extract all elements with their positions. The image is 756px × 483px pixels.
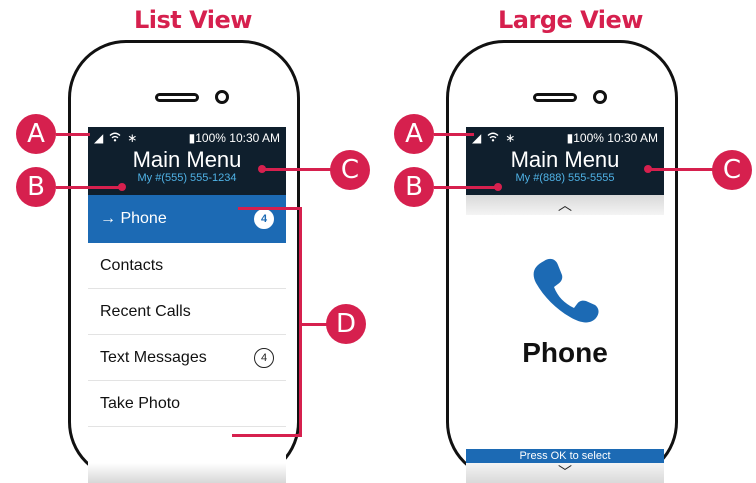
callout-a: A — [394, 114, 434, 154]
callout-d-line-side — [299, 207, 302, 437]
menu-list: → Phone 4 Contacts Recent Calls Text Mes… — [88, 195, 286, 483]
callout-d-line-stub — [302, 323, 328, 326]
callout-d-line-top — [238, 207, 302, 210]
chevron-up-icon: ︿ — [558, 197, 572, 213]
phone-icon — [533, 258, 599, 323]
callout-a-line — [56, 133, 90, 136]
camera-icon — [215, 90, 229, 104]
callout-c-line — [648, 168, 718, 171]
callout-a-line — [434, 133, 474, 136]
callout-b-line — [56, 186, 122, 189]
clock: 10:30 AM — [607, 131, 658, 145]
callout-c: C — [712, 150, 752, 190]
bluetooth-icon: ∗ — [127, 131, 138, 145]
callout-d: D — [326, 304, 366, 344]
speaker-icon — [155, 93, 199, 102]
list-view-heading: List View — [134, 6, 252, 34]
menu-item-phone[interactable]: → Phone 4 — [88, 195, 286, 243]
menu-item-label: Text Messages — [100, 348, 207, 366]
callout-b-dot — [118, 183, 126, 191]
menu-item-take-photo[interactable]: Take Photo — [88, 381, 286, 427]
clock: 10:30 AM — [229, 131, 280, 145]
callout-c-line — [262, 168, 332, 171]
callout-b-line — [434, 186, 496, 189]
callout-c: C — [330, 150, 370, 190]
signal-icon: ◢ — [94, 131, 104, 145]
menu-item-label: Recent Calls — [100, 302, 191, 320]
count-badge: 4 — [254, 347, 274, 368]
scroll-up-button[interactable]: ︿ — [466, 195, 664, 215]
callout-c-dot — [258, 165, 266, 173]
ok-hint-bar: Press OK to select — [466, 449, 664, 463]
battery-level: 100% — [573, 131, 604, 145]
scroll-down-button[interactable]: ﹀ — [466, 463, 664, 483]
bluetooth-icon: ∗ — [505, 131, 516, 145]
callout-d-line-bottom — [232, 434, 302, 437]
callout-b: B — [16, 167, 56, 207]
menu-title: Main Menu — [132, 147, 242, 172]
arrow-right-icon: → — [100, 210, 121, 227]
menu-item-text-messages[interactable]: Text Messages 4 — [88, 335, 286, 381]
menu-item-contacts[interactable]: Contacts — [88, 243, 286, 289]
phone-number: My #(555) 555-1234 — [137, 172, 237, 184]
camera-icon — [593, 90, 607, 104]
callout-b-dot — [494, 183, 502, 191]
large-item-label: Phone — [522, 337, 608, 368]
count-badge: 4 — [254, 209, 274, 229]
wifi-icon — [109, 131, 121, 145]
scroll-fade — [88, 463, 286, 483]
menu-item-label: Take Photo — [100, 394, 181, 412]
battery-level: 100% — [195, 131, 226, 145]
phone-large-view: ◢ ∗ ▮100% 10:30 AM Main Menu My #(888) 5… — [446, 40, 678, 483]
large-view-heading: Large View — [498, 6, 643, 34]
status-bar: ◢ ∗ ▮100% 10:30 AM — [466, 127, 664, 149]
callout-b: B — [394, 167, 434, 207]
menu-item-recent-calls[interactable]: Recent Calls — [88, 289, 286, 335]
screen: ◢ ∗ ▮100% 10:30 AM Main Menu My #(888) 5… — [466, 127, 664, 483]
menu-item-label: Contacts — [100, 256, 164, 274]
menu-item-label: Phone — [120, 210, 167, 227]
menu-title: Main Menu — [510, 147, 620, 172]
screen: ◢ ∗ ▮100% 10:30 AM Main Menu My #(555) 5… — [88, 127, 286, 483]
phone-list-view: ◢ ∗ ▮100% 10:30 AM Main Menu My #(555) 5… — [68, 40, 300, 483]
callout-a: A — [16, 114, 56, 154]
chevron-down-icon: ﹀ — [558, 464, 572, 480]
speaker-icon — [533, 93, 577, 102]
callout-c-dot — [644, 165, 652, 173]
status-bar: ◢ ∗ ▮100% 10:30 AM — [88, 127, 286, 149]
wifi-icon — [487, 131, 499, 145]
